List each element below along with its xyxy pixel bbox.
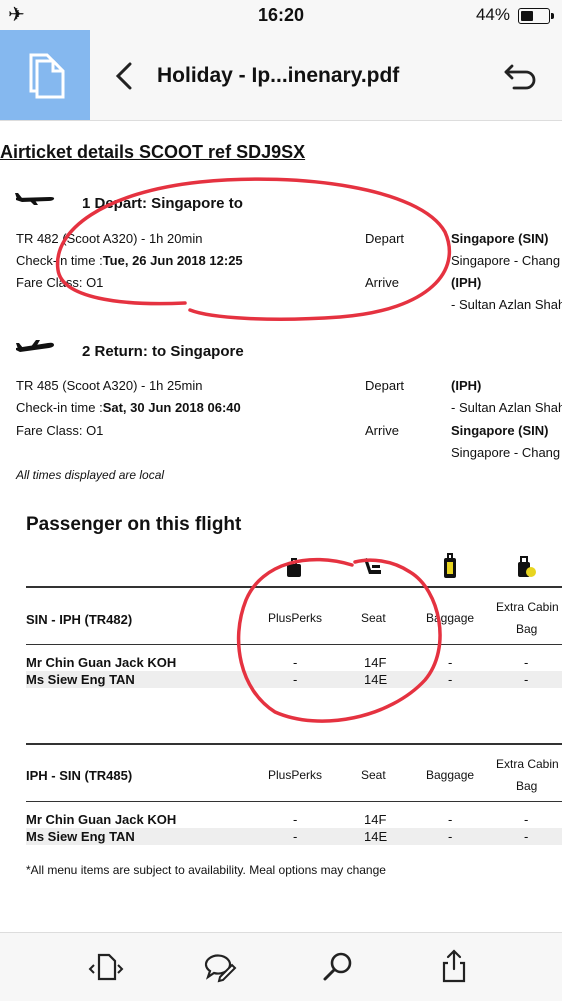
seat-icon	[364, 558, 381, 574]
undo-icon[interactable]	[500, 58, 540, 94]
table-cell-seat: 14E	[364, 829, 388, 844]
baggage-icon	[444, 553, 456, 578]
col-extra-cabin: Extra Cabin	[496, 757, 559, 771]
table-row-name: Ms Siew Eng TAN	[26, 829, 135, 844]
table-cell-plusperks: -	[293, 672, 298, 687]
return-to-code: Singapore (SIN)	[451, 423, 549, 438]
table-cell-extra: -	[524, 812, 529, 827]
table-cell-baggage: -	[448, 829, 453, 844]
table-cell-baggage: -	[448, 672, 453, 687]
chevron-left-icon[interactable]	[110, 56, 140, 96]
table-cell-baggage: -	[448, 812, 453, 827]
return-arrive-label: Arrive	[365, 423, 399, 438]
depart-fare: Fare Class: O1	[16, 275, 104, 290]
return-from-name: - Sultan Azlan Shah	[451, 400, 562, 415]
col-seat: Seat	[361, 611, 386, 625]
col-extra-cabin: Extra Cabin	[496, 600, 559, 614]
col-extra-bag: Bag	[516, 622, 538, 636]
pages-icon[interactable]	[86, 947, 126, 987]
table-cell-extra: -	[524, 655, 529, 670]
battery-percent: 44%	[475, 5, 510, 24]
return-checkin: Check-in time :Sat, 30 Jun 2018 06:40	[16, 400, 241, 415]
depart-label: Depart	[365, 231, 405, 246]
table-divider	[26, 743, 562, 745]
comment-edit-icon[interactable]	[200, 947, 240, 987]
table-cell-baggage: -	[448, 655, 453, 670]
table-cell-extra: -	[524, 829, 529, 844]
table-divider	[26, 644, 562, 645]
depart-to-code: (IPH)	[451, 275, 482, 290]
status-bar: ✈ 16:20 44%	[0, 0, 562, 30]
table-row-name: Ms Siew Eng TAN	[26, 672, 135, 687]
table-cell-extra: -	[524, 672, 529, 687]
depart-segment-title: 1 Depart: Singapore to	[82, 195, 243, 212]
plane-landing-icon	[16, 340, 54, 352]
search-icon[interactable]	[318, 947, 358, 987]
table-cell-seat: 14F	[364, 812, 387, 827]
col-baggage: Baggage	[426, 611, 475, 625]
plusperks-icon	[287, 558, 301, 577]
col-extra-bag: Bag	[516, 779, 538, 793]
table-divider	[26, 586, 562, 588]
local-times-note: All times displayed are local	[16, 468, 165, 482]
depart-to-name: - Sultan Azlan Shah	[451, 297, 562, 312]
depart-flight: TR 482 (Scoot A320) - 1h 20min	[16, 231, 203, 246]
return-fare: Fare Class: O1	[16, 423, 104, 438]
bottom-toolbar	[0, 932, 562, 1001]
extra-cabin-bag-icon	[518, 556, 536, 577]
pdf-page[interactable]: Airticket details SCOOT ref SDJ9SX 1 Dep…	[0, 120, 562, 932]
col-plusperks: PlusPerks	[268, 611, 323, 625]
col-seat: Seat	[361, 768, 386, 782]
return-segment-title: 2 Return: to Singapore	[82, 343, 244, 360]
document-icon	[29, 53, 65, 99]
nav-bar: Holiday - Ip...inenary.pdf	[0, 30, 562, 121]
footnote: *All menu items are subject to availabil…	[26, 863, 386, 877]
page-heading: Airticket details SCOOT ref SDJ9SX	[0, 142, 306, 162]
depart-from-name: Singapore - Chang	[451, 253, 561, 268]
table-route-label: SIN - IPH (TR482)	[26, 612, 133, 627]
table-row-name: Mr Chin Guan Jack KOH	[26, 655, 177, 670]
document-title: Holiday - Ip...inenary.pdf	[157, 64, 400, 87]
table-cell-seat: 14F	[364, 655, 387, 670]
passenger-section-title: Passenger on this flight	[26, 514, 242, 535]
return-depart-label: Depart	[365, 378, 405, 393]
return-from-code: (IPH)	[451, 378, 482, 393]
arrive-label: Arrive	[365, 275, 399, 290]
battery-icon	[518, 8, 554, 24]
table-divider	[26, 801, 562, 802]
table-row-name: Mr Chin Guan Jack KOH	[26, 812, 177, 827]
plane-takeoff-icon	[15, 193, 55, 205]
table-cell-plusperks: -	[293, 812, 298, 827]
col-plusperks: PlusPerks	[268, 768, 323, 782]
return-flight: TR 485 (Scoot A320) - 1h 25min	[16, 378, 203, 393]
depart-checkin: Check-in time :Tue, 26 Jun 2018 12:25	[16, 253, 243, 268]
table-cell-plusperks: -	[293, 829, 298, 844]
document-button[interactable]	[0, 30, 90, 120]
return-to-name: Singapore - Chang	[451, 445, 561, 460]
col-baggage: Baggage	[426, 768, 475, 782]
table-cell-plusperks: -	[293, 655, 298, 670]
share-icon[interactable]	[434, 947, 474, 987]
table-cell-seat: 14E	[364, 672, 388, 687]
depart-from-code: Singapore (SIN)	[451, 231, 549, 246]
table-route-label: IPH - SIN (TR485)	[26, 768, 133, 783]
